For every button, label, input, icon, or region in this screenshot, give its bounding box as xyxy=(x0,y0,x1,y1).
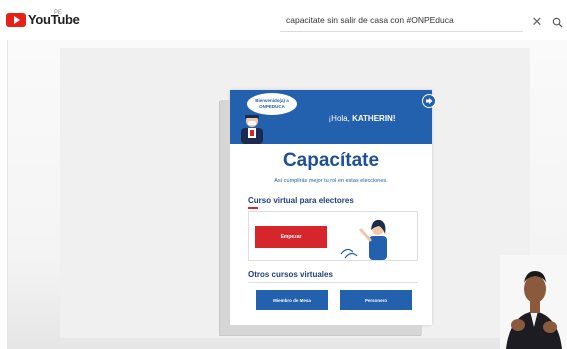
card-subtitle: Así cumplirás mejor tu rol en estas elec… xyxy=(274,178,388,184)
youtube-play-icon xyxy=(6,12,26,27)
sign-language-interpreter xyxy=(500,255,567,349)
close-icon: ✕ xyxy=(531,14,543,29)
divider xyxy=(248,282,418,283)
youtube-logo[interactable]: YouTube xyxy=(6,12,80,27)
agent-avatar-illustration xyxy=(241,114,263,144)
other-courses-heading: Otros cursos virtuales xyxy=(248,270,333,279)
start-course-button[interactable]: Empezar xyxy=(255,226,327,248)
card-title: Capacítate xyxy=(282,150,380,171)
user-name: KATHERIN! xyxy=(352,114,396,123)
miembro-de-mesa-button[interactable]: Miembro de Mesa xyxy=(256,290,328,310)
card-header: Bienvenido(a) a ONPEDUCA ¡Hola, KATHERIN… xyxy=(230,90,432,144)
clear-search-button[interactable]: ✕ xyxy=(528,12,546,32)
welcome-bubble: Bienvenido(a) a ONPEDUCA xyxy=(247,93,297,115)
electores-course-heading: Curso virtual para electores xyxy=(248,196,354,205)
onpe-app-card: Bienvenido(a) a ONPEDUCA ¡Hola, KATHERIN… xyxy=(230,90,436,325)
heading-accent xyxy=(248,207,258,209)
logout-button[interactable] xyxy=(422,94,436,108)
personero-button[interactable]: Personero xyxy=(340,290,412,310)
logout-icon xyxy=(426,98,433,104)
region-code: PE xyxy=(54,10,63,16)
search-icon xyxy=(552,17,563,28)
search-box xyxy=(280,12,523,32)
search-input[interactable] xyxy=(286,15,514,25)
greeting-prefix: ¡Hola, xyxy=(328,114,353,123)
youtube-topbar: YouTube PE ✕ xyxy=(0,0,567,40)
greeting: ¡Hola, KATHERIN! xyxy=(292,114,432,123)
girl-illustration xyxy=(340,219,387,260)
electores-course-box: Empezar xyxy=(248,211,418,261)
search-button[interactable] xyxy=(549,13,565,31)
